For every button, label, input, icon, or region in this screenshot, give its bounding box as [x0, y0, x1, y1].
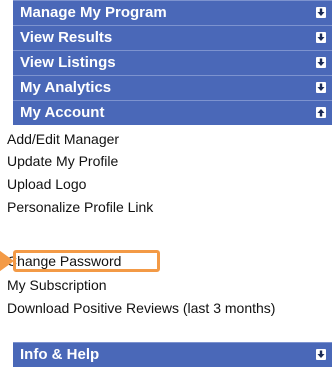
section-label: View Listings [20, 54, 116, 71]
highlight-box [13, 250, 160, 272]
menu-item-upload-logo[interactable]: Upload Logo [7, 176, 86, 193]
account-nav-menu: Manage My Program View Results View List… [0, 0, 333, 367]
expand-arrow-icon[interactable] [316, 349, 326, 360]
section-label: View Results [20, 29, 113, 46]
menu-item-my-subscription[interactable]: My Subscription [7, 277, 107, 294]
section-label: My Analytics [20, 79, 112, 96]
menu-item-update-my-profile[interactable]: Update My Profile [7, 153, 118, 170]
section-label: Manage My Program [20, 4, 167, 21]
menu-item-add-edit-manager[interactable]: Add/Edit Manager [7, 131, 119, 148]
pointer-arrow-icon [0, 248, 14, 274]
section-info-help[interactable]: Info & Help [13, 342, 332, 367]
menu-item-download-positive-reviews[interactable]: Download Positive Reviews (last 3 months… [7, 300, 277, 317]
collapse-arrow-icon[interactable] [316, 107, 326, 118]
expand-arrow-icon[interactable] [316, 7, 326, 18]
section-manage-my-program[interactable]: Manage My Program [13, 0, 332, 25]
section-view-listings[interactable]: View Listings [13, 50, 332, 75]
section-label: My Account [20, 104, 105, 121]
section-my-analytics[interactable]: My Analytics [13, 75, 332, 100]
section-my-account[interactable]: My Account [13, 100, 332, 125]
section-label: Info & Help [20, 346, 100, 363]
menu-item-personalize-profile-link[interactable]: Personalize Profile Link [7, 199, 153, 216]
section-view-results[interactable]: View Results [13, 25, 332, 50]
expand-arrow-icon[interactable] [316, 57, 326, 68]
expand-arrow-icon[interactable] [316, 32, 326, 43]
expand-arrow-icon[interactable] [316, 82, 326, 93]
